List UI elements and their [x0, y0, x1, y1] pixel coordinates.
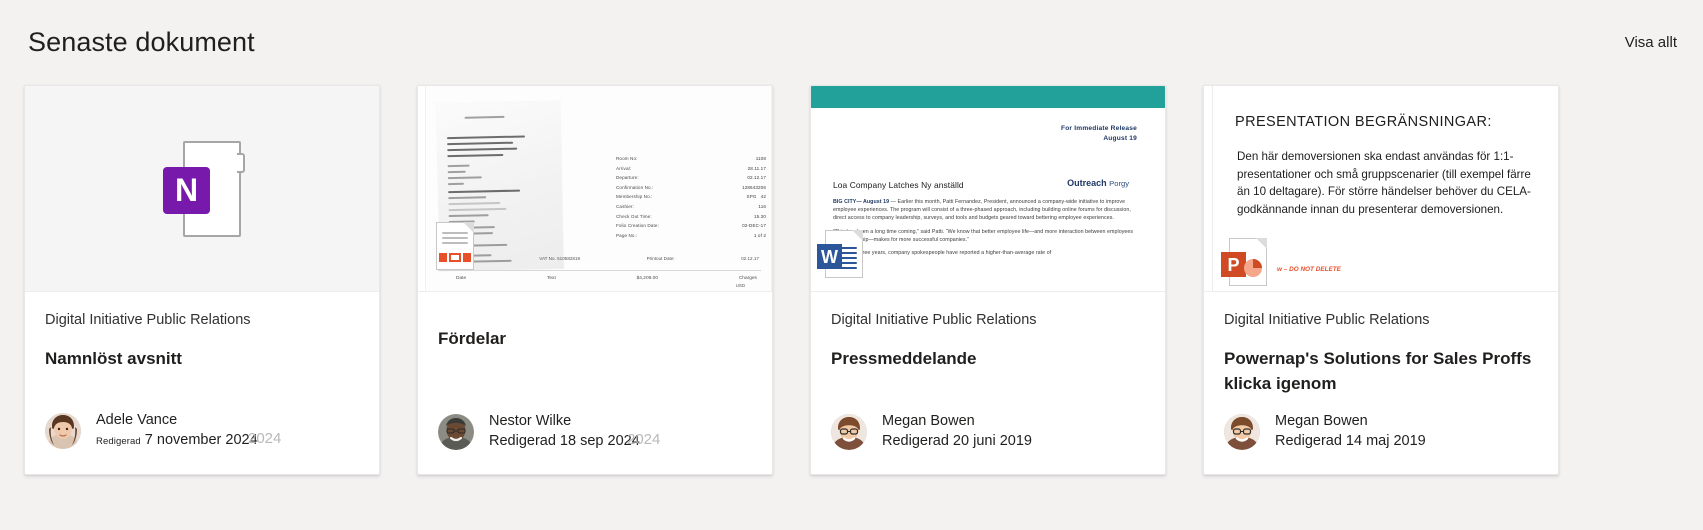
card-title: Pressmeddelande — [831, 349, 977, 368]
card-person-name: Megan Bowen — [1275, 413, 1368, 429]
receipt-field-list: Room No: 1108 Arrival: 28.11.17 Departure:… — [616, 156, 766, 238]
document-card-word[interactable]: For Immediate Release August 19 Loa Comp… — [810, 85, 1166, 475]
card-source-label: Digital Initiative Public Relations — [1224, 312, 1430, 328]
pdf-file-icon — [436, 222, 474, 270]
card-body: Digital Initiative Public Relations Pres… — [811, 292, 1165, 474]
thumbnail-press-release[interactable]: For Immediate Release August 19 Loa Comp… — [811, 86, 1165, 292]
pie-chart-icon — [1244, 259, 1262, 277]
edited-prefix-small: Redigerad — [96, 436, 141, 447]
document-card-grid: N Digital Initiative Public Relations Na… — [24, 85, 1679, 475]
powerpoint-letter-badge: P — [1221, 252, 1246, 277]
card-metadata: Megan Bowen Redigerad 14 maj 2019 — [1224, 411, 1542, 452]
card-title: Namnlöst avsnitt — [45, 349, 182, 368]
document-card-powerpoint[interactable]: PRESENTATION BEGRÄNSNINGAR: Den här demo… — [1203, 85, 1559, 475]
onenote-letter-badge: N — [163, 166, 210, 214]
press-brand: Outreach Porgy — [1067, 178, 1129, 188]
press-headline: Loa Company Latches Ny anställd — [833, 180, 964, 190]
slide-footnote: w – DO NOT DELETE — [1277, 266, 1341, 273]
page-title: Senaste dokument — [28, 27, 255, 57]
slide-sheet: PRESENTATION BEGRÄNSNINGAR: Den här demo… — [1212, 86, 1558, 291]
thumbnail-onenote[interactable]: N — [25, 86, 379, 292]
edited-date-value: 7 november 2024 — [144, 432, 258, 448]
thumbnail-powerpoint-slide[interactable]: PRESENTATION BEGRÄNSNINGAR: Den här demo… — [1204, 86, 1558, 292]
avatar — [1224, 413, 1260, 450]
card-title: Fördelar — [438, 329, 507, 348]
card-metadata: Megan Bowen Redigerad 20 juni 2019 — [831, 411, 1149, 452]
card-edited-date: Redigerad 7 november 2024 — [96, 430, 258, 452]
onenote-icon: N — [163, 140, 245, 237]
slide-body: Den här demoversionen ska endast använda… — [1237, 150, 1531, 216]
card-source-label: Digital Initiative Public Relations — [45, 312, 251, 328]
card-edited-date: Redigerad 18 sep 2024 — [489, 433, 640, 449]
avatar — [45, 413, 81, 449]
document-card-pdf[interactable]: Room No: 1108 Arrival: 28.11.17 Departure:… — [417, 85, 773, 475]
metadata-text: Nestor Wilke Redigerad 18 sep 2024 2024 — [489, 411, 660, 452]
receipt-sheet: Room No: 1108 Arrival: 28.11.17 Departure:… — [425, 86, 772, 291]
receipt-table-header: Date Text $4,209.00 Charges — [456, 276, 757, 281]
section-header: Senaste dokument Visa allt — [24, 0, 1679, 85]
recent-documents-page: Senaste dokument Visa allt N Digital Ini… — [0, 0, 1703, 530]
card-person-name: Nestor Wilke — [489, 413, 572, 429]
metadata-text: Megan Bowen Redigerad 20 juni 2019 — [882, 411, 1032, 452]
card-edited-date: Redigerad 20 juni 2019 — [882, 433, 1032, 449]
card-body: Fördelar Nestor Wilke Redigerad 18 sep 2… — [418, 292, 772, 474]
word-letter-badge: W — [817, 244, 842, 269]
receipt-currency: USD — [735, 283, 745, 288]
card-edited-date: Redigerad 14 maj 2019 — [1275, 433, 1426, 449]
card-body: Digital Initiative Public Relations Powe… — [1204, 292, 1558, 474]
powerpoint-file-icon: P — [1221, 238, 1267, 286]
card-source-label: Digital Initiative Public Relations — [831, 312, 1037, 328]
ghost-year-artifact: 2024 — [627, 431, 661, 448]
press-body: BIG CITY— August 19 — Earlier this month… — [833, 199, 1134, 257]
avatar — [831, 413, 867, 450]
onenote-tab-shape — [237, 152, 245, 173]
view-all-link[interactable]: Visa allt — [1625, 34, 1677, 51]
receipt-divider — [438, 270, 761, 271]
avatar — [438, 413, 474, 450]
word-file-icon: W — [817, 230, 863, 278]
pdf-marker — [439, 253, 472, 262]
slide-title: PRESENTATION BEGRÄNSNINGAR: — [1235, 114, 1492, 130]
card-title: Powernap's Solutions for Sales Proffs kl… — [1224, 349, 1532, 393]
teal-banner — [811, 86, 1165, 108]
card-person-name: Megan Bowen — [882, 413, 975, 429]
press-immediate-release: For Immediate Release August 19 — [1060, 125, 1137, 142]
card-body: Digital Initiative Public Relations Namn… — [25, 292, 379, 474]
card-person-name: Adele Vance — [96, 412, 178, 428]
receipt-footer-row: Tel Aviv Hotel,VAT No. 510582819Printout… — [444, 256, 759, 261]
ghost-year-artifact: 2024 — [248, 430, 282, 447]
document-card-onenote[interactable]: N Digital Initiative Public Relations Na… — [24, 85, 380, 475]
card-metadata: Adele Vance Redigerad 7 november 2024 20… — [45, 410, 363, 452]
thumbnail-hotel-receipt[interactable]: Room No: 1108 Arrival: 28.11.17 Departure:… — [418, 86, 772, 292]
metadata-text: Megan Bowen Redigerad 14 maj 2019 — [1275, 411, 1426, 452]
card-metadata: Nestor Wilke Redigerad 18 sep 2024 2024 — [438, 411, 756, 452]
metadata-text: Adele Vance Redigerad 7 november 2024 20… — [96, 410, 281, 452]
